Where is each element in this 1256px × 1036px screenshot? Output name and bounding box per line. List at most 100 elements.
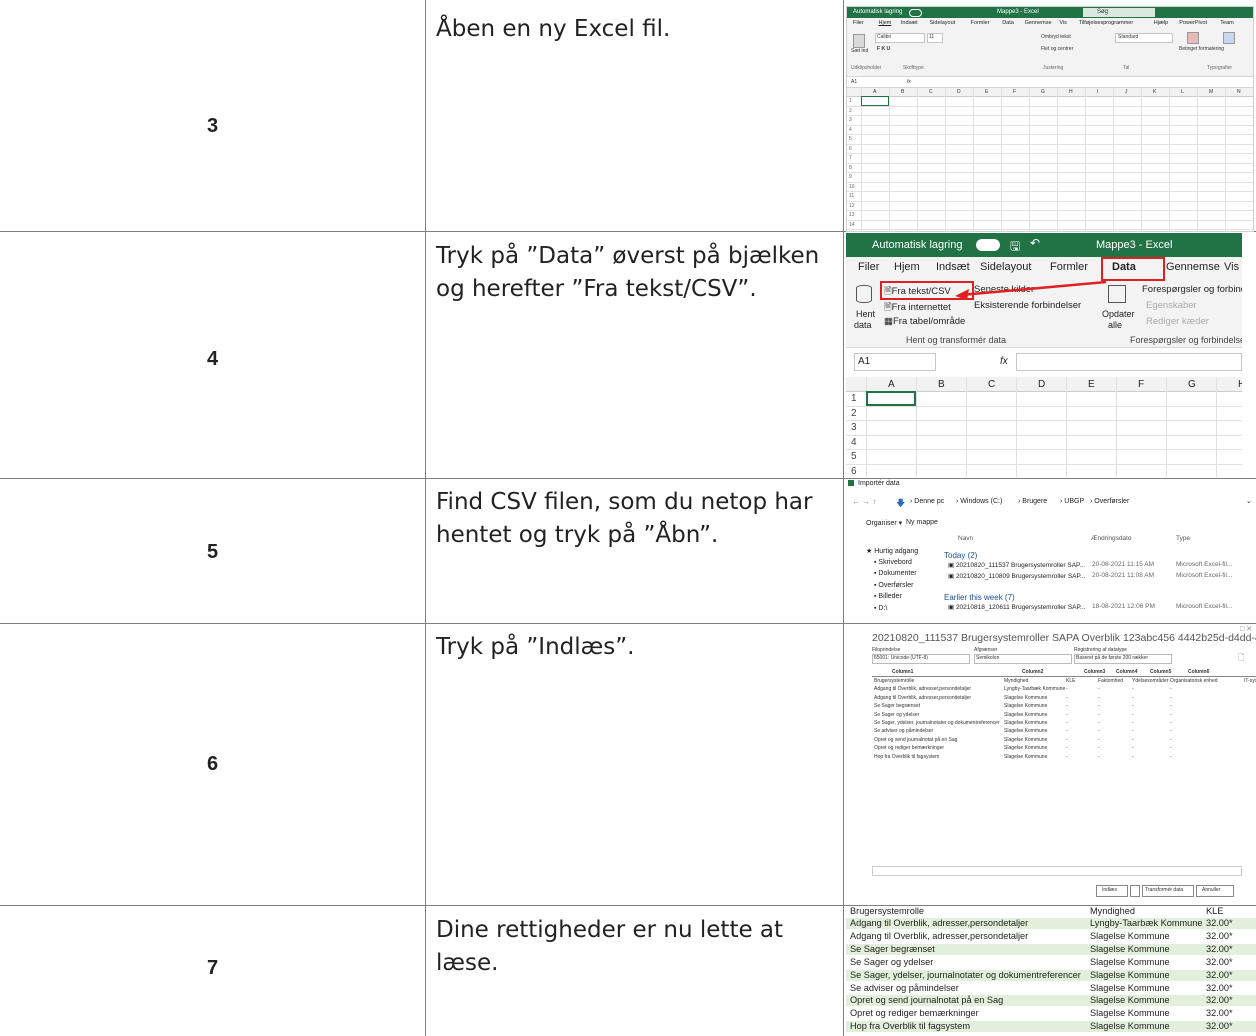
tab-7[interactable]: Vis bbox=[1059, 20, 1067, 26]
file-icon[interactable]: 🗋 bbox=[1238, 652, 1244, 666]
new-folder-button[interactable]: Ny mappe bbox=[906, 519, 938, 526]
column-header[interactable]: D bbox=[1038, 379, 1045, 390]
formula-input[interactable] bbox=[1016, 353, 1242, 371]
autosave-toggle[interactable] bbox=[976, 239, 1000, 251]
edit-links-button[interactable]: Rediger kæder bbox=[1146, 316, 1209, 327]
existing-connections-button[interactable]: Eksisterende forbindelser bbox=[974, 300, 1081, 311]
from-table-button[interactable]: ▦Fra tabel/område bbox=[884, 316, 965, 327]
file-name[interactable]: ▣ 20210820_110809 Brugersystemroller SAP… bbox=[948, 572, 1085, 580]
nav-item[interactable]: ▪ Skrivebord bbox=[874, 559, 912, 566]
autosave-toggle[interactable] bbox=[909, 9, 922, 17]
row-header[interactable]: 5 bbox=[851, 451, 857, 462]
selected-cell[interactable] bbox=[861, 96, 889, 106]
row-header[interactable]: 14 bbox=[849, 222, 855, 228]
tab-2[interactable]: Indsæt bbox=[901, 20, 918, 26]
tab-6[interactable]: Gennemse bbox=[1166, 261, 1220, 273]
column-header[interactable]: L bbox=[1181, 89, 1184, 95]
row-header[interactable]: 11 bbox=[849, 193, 854, 199]
worksheet-grid[interactable]: ABCDEFGHIJKLMN123456789101112131415 bbox=[847, 88, 1253, 231]
navigation-pane[interactable]: ★ Hurtig adgang ▪ Skrivebord ▪ Dokumenter ▪… bbox=[866, 543, 956, 623]
refresh-label[interactable]: Opdater bbox=[1102, 309, 1135, 319]
selected-cell[interactable] bbox=[866, 391, 916, 406]
column-header[interactable]: A bbox=[888, 379, 895, 390]
column-header[interactable]: E bbox=[985, 89, 988, 95]
nav-item[interactable]: ▪ Dokumenter bbox=[874, 570, 917, 577]
row-header[interactable]: 7 bbox=[849, 155, 852, 161]
row-header[interactable]: 6 bbox=[849, 146, 852, 152]
file-list[interactable]: ▣ 20210820_111537 Brugersystemroller SAP… bbox=[944, 561, 1256, 621]
nav-item[interactable]: ▪ D:\ bbox=[874, 605, 887, 612]
tab-2[interactable]: Indsæt bbox=[936, 261, 970, 273]
column-header[interactable]: B bbox=[938, 379, 945, 390]
row-header[interactable]: 2 bbox=[849, 108, 852, 114]
get-data-icon[interactable] bbox=[856, 285, 872, 303]
file-name[interactable]: ▣ 20210820_111537 Brugersystemroller SAP… bbox=[948, 561, 1085, 569]
column-header[interactable]: M bbox=[1209, 89, 1213, 95]
nav-item[interactable]: ▪ Overførsler bbox=[874, 582, 913, 589]
row-header[interactable]: 3 bbox=[851, 422, 857, 433]
row-header[interactable]: 15 bbox=[849, 231, 855, 232]
address-bar[interactable]: ← → ↑ 🡇 › Denne pc › Windows (C:) › Brugere ›… bbox=[846, 495, 1256, 509]
row-header[interactable]: 12 bbox=[849, 203, 855, 209]
row-header[interactable]: 9 bbox=[849, 174, 852, 180]
nav-item[interactable]: ★ Hurtig adgang bbox=[866, 547, 918, 555]
organize-button[interactable]: Organiser ▾ bbox=[866, 519, 902, 527]
breadcrumb-item[interactable]: › Overførsler bbox=[1090, 498, 1129, 505]
column-header[interactable]: G bbox=[1041, 89, 1045, 95]
tab-10[interactable]: PowerPivot bbox=[1179, 20, 1207, 26]
properties-button[interactable]: Egenskaber bbox=[1146, 300, 1197, 311]
tab-5[interactable]: Data bbox=[1002, 20, 1014, 26]
group-today[interactable]: Today (2) bbox=[944, 551, 977, 560]
tab-9[interactable]: Hjælp bbox=[1154, 20, 1168, 26]
column-header-type[interactable]: Type bbox=[1176, 535, 1190, 542]
column-header[interactable]: E bbox=[1088, 379, 1095, 390]
row-header[interactable]: 1 bbox=[851, 393, 857, 404]
tab-6[interactable]: Gennemse bbox=[1025, 20, 1052, 26]
breadcrumb-item[interactable]: › UBGP bbox=[1060, 498, 1084, 505]
load-dropdown-button[interactable] bbox=[1130, 885, 1140, 897]
nav-item[interactable]: ▪ Billeder bbox=[874, 593, 902, 600]
column-header-date[interactable]: Ændringsdato bbox=[1091, 535, 1131, 542]
column-header[interactable]: F bbox=[1138, 379, 1144, 390]
row-header[interactable]: 3 bbox=[849, 117, 852, 123]
row-header[interactable]: 6 bbox=[851, 466, 857, 477]
get-data-label[interactable]: Hent bbox=[856, 309, 875, 319]
tab-8[interactable]: Tilføjelsesprogrammer bbox=[1079, 20, 1134, 26]
bold-italic-underline[interactable]: F K U bbox=[877, 46, 890, 52]
row-header[interactable]: 10 bbox=[849, 184, 855, 190]
file-name[interactable]: ▣ 20210818_120611 Brugersystemroller SAP… bbox=[948, 603, 1085, 611]
tab-3[interactable]: Sidelayout bbox=[980, 261, 1031, 273]
undo-icon[interactable]: ↶ bbox=[1030, 236, 1040, 250]
row-header[interactable]: 4 bbox=[849, 127, 852, 133]
column-header[interactable]: F bbox=[1013, 89, 1016, 95]
breadcrumb-item[interactable]: › Windows (C:) bbox=[956, 498, 1002, 505]
breadcrumb-item[interactable]: › Brugere bbox=[1018, 498, 1047, 505]
tab-4[interactable]: Formler bbox=[1050, 261, 1088, 273]
column-header[interactable]: K bbox=[1153, 89, 1156, 95]
column-header[interactable]: G bbox=[1188, 379, 1196, 390]
tab-1[interactable]: Hjem bbox=[879, 20, 892, 26]
column-header[interactable]: B bbox=[901, 89, 904, 95]
column-header[interactable]: A bbox=[873, 89, 876, 95]
tab-0[interactable]: Filer bbox=[853, 20, 864, 26]
worksheet-grid[interactable]: A B C D E F G H 1 2 3 4 5 6 bbox=[846, 377, 1242, 477]
row-header[interactable]: 4 bbox=[851, 437, 857, 448]
refresh-all-icon[interactable] bbox=[1108, 285, 1126, 303]
column-header[interactable]: J bbox=[1125, 89, 1128, 95]
name-box[interactable]: A1 bbox=[851, 79, 857, 85]
format-as-table-icon[interactable] bbox=[1223, 32, 1235, 44]
back-forward-icons[interactable]: ← → ↑ bbox=[852, 497, 876, 506]
tab-7[interactable]: Vis bbox=[1224, 261, 1239, 273]
column-header[interactable]: C bbox=[988, 379, 995, 390]
row-header[interactable]: 2 bbox=[851, 408, 857, 419]
horizontal-scrollbar[interactable] bbox=[872, 866, 1242, 876]
row-header[interactable]: 5 bbox=[849, 136, 852, 142]
row-header[interactable]: 8 bbox=[849, 165, 852, 171]
save-icon[interactable]: 🖫 bbox=[1010, 237, 1020, 258]
column-header[interactable]: I bbox=[1097, 89, 1098, 95]
column-header[interactable]: N bbox=[1237, 89, 1241, 95]
tab-1[interactable]: Hjem bbox=[894, 261, 920, 273]
conditional-format-icon[interactable] bbox=[1187, 32, 1199, 44]
tab-0[interactable]: Filer bbox=[858, 261, 879, 273]
tab-4[interactable]: Formler bbox=[971, 20, 990, 26]
